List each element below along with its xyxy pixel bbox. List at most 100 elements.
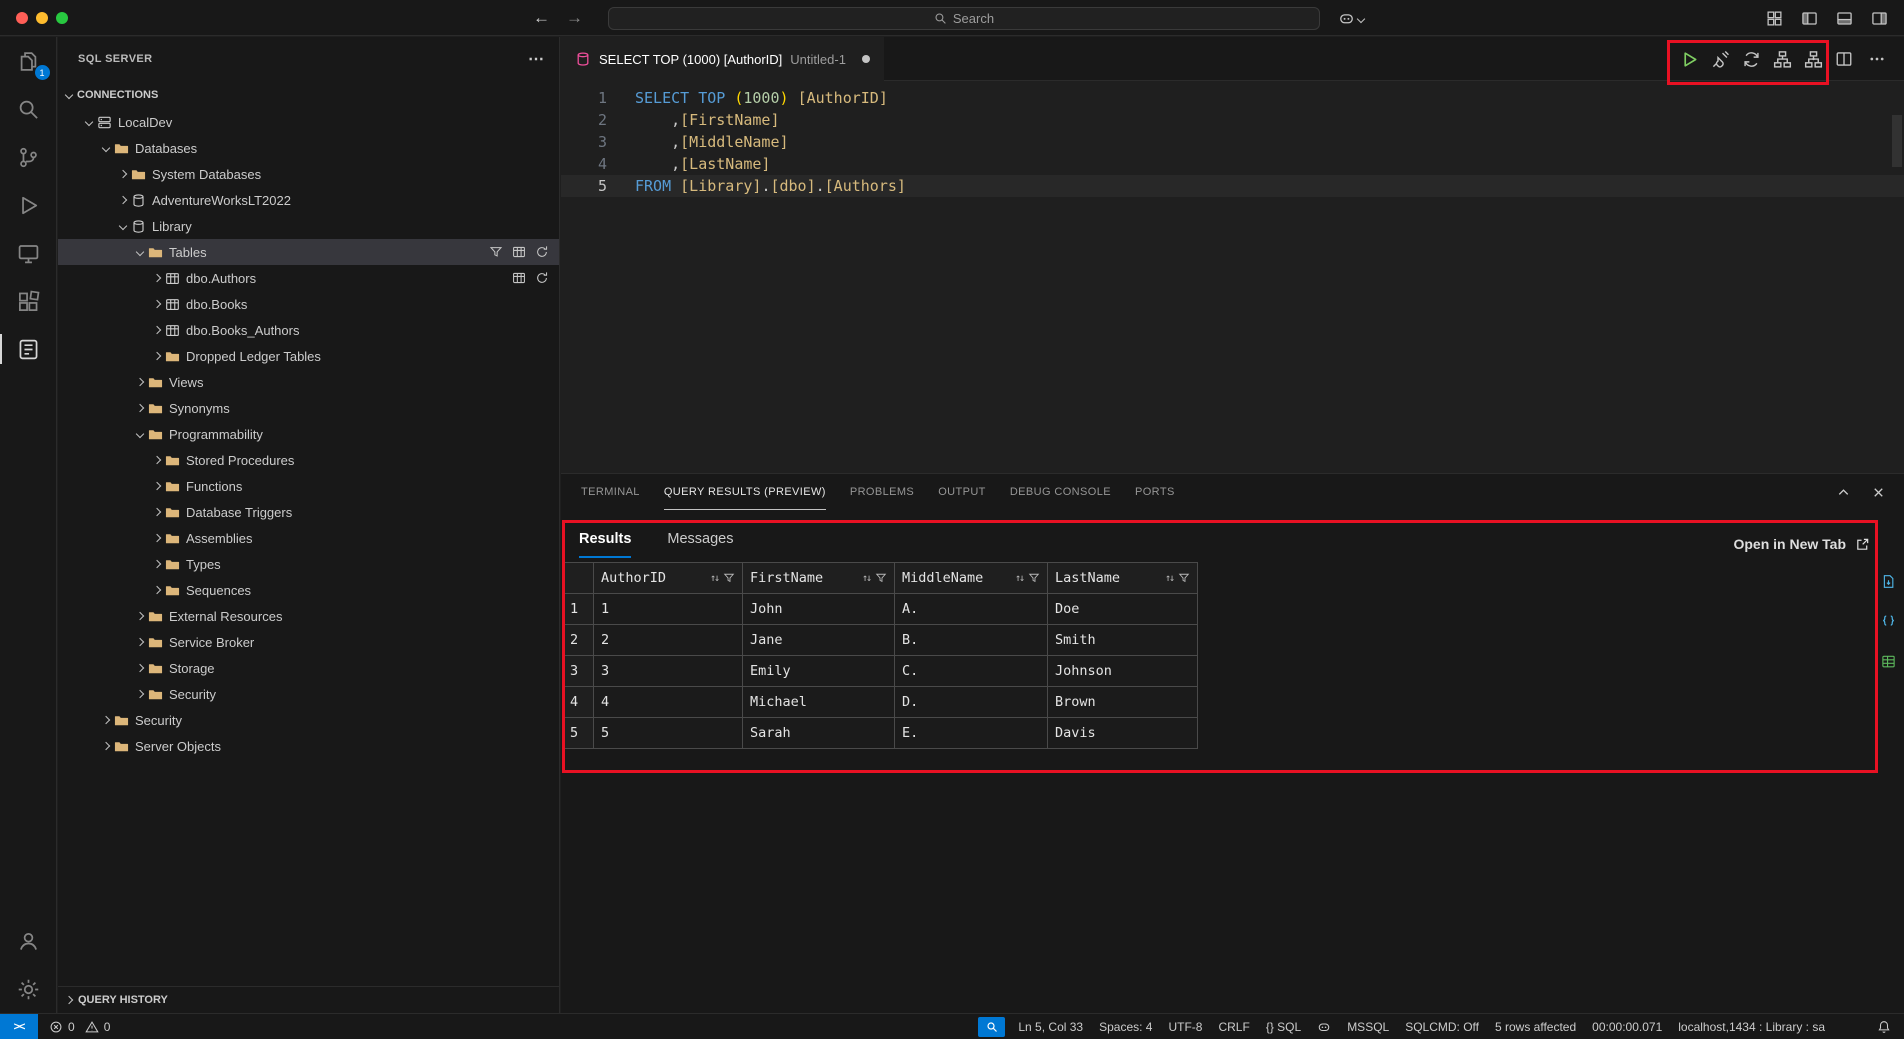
- grid-cell-r4c1[interactable]: 4: [594, 687, 743, 718]
- activity-item-source-control-icon[interactable]: [0, 133, 57, 181]
- tree-item-library[interactable]: Library: [58, 213, 559, 239]
- copilot-menu[interactable]: [1338, 7, 1364, 30]
- activity-item-mssql-icon[interactable]: [0, 325, 57, 373]
- cursor-position[interactable]: Ln 5, Col 33: [1015, 1020, 1086, 1034]
- code-line-1[interactable]: 1SELECT TOP (1000) [AuthorID]: [561, 87, 1904, 109]
- grid-header-lastname[interactable]: LastName↑↓: [1048, 563, 1198, 594]
- tree-item-functions[interactable]: Functions: [58, 473, 559, 499]
- modified-indicator-icon[interactable]: [862, 55, 870, 63]
- tree-item-dbo-books-authors[interactable]: dbo.Books_Authors: [58, 317, 559, 343]
- panel-tab-problems[interactable]: PROBLEMS: [850, 474, 914, 510]
- code-line-4[interactable]: 4 ,[LastName]: [561, 153, 1904, 175]
- grid-cell-r2c1[interactable]: 2: [594, 625, 743, 656]
- activity-item-remote-explorer-icon[interactable]: [0, 229, 57, 277]
- tree-item-stored-procedures[interactable]: Stored Procedures: [58, 447, 559, 473]
- sort-icon[interactable]: ↑↓: [1165, 573, 1173, 584]
- tree-item-system-databases[interactable]: System Databases: [58, 161, 559, 187]
- forward-icon[interactable]: →: [566, 8, 583, 28]
- minimize-window-button[interactable]: [36, 12, 48, 24]
- grid-cell-r5c1[interactable]: 5: [594, 718, 743, 749]
- grid-cell-r2c2[interactable]: Jane: [743, 625, 895, 656]
- results-tab-messages[interactable]: Messages: [667, 531, 733, 558]
- code-line-3[interactable]: 3 ,[MiddleName]: [561, 131, 1904, 153]
- activity-item-extensions-icon[interactable]: [0, 277, 57, 325]
- tree-item-tables[interactable]: Tables: [58, 239, 559, 265]
- grid-header-authorid[interactable]: AuthorID↑↓: [594, 563, 743, 594]
- grid-cell-r5c4[interactable]: Davis: [1048, 718, 1198, 749]
- grid-cell-r2c4[interactable]: Smith: [1048, 625, 1198, 656]
- grid-cell-r1c2[interactable]: John: [743, 594, 895, 625]
- grid-cell-r5c0[interactable]: 5: [563, 718, 594, 749]
- sqlcmd-mode[interactable]: SQLCMD: Off: [1402, 1020, 1482, 1034]
- eol[interactable]: CRLF: [1215, 1020, 1252, 1034]
- sort-icon[interactable]: ↑↓: [710, 573, 718, 584]
- filter-icon[interactable]: [723, 572, 735, 584]
- grid-cell-r4c3[interactable]: D.: [895, 687, 1048, 718]
- activity-item-search-icon[interactable]: [0, 85, 57, 133]
- grid-cell-r5c2[interactable]: Sarah: [743, 718, 895, 749]
- connect-button[interactable]: [1711, 50, 1730, 69]
- close-window-button[interactable]: [16, 12, 28, 24]
- grid-cell-r1c3[interactable]: A.: [895, 594, 1048, 625]
- filter-icon[interactable]: [489, 245, 503, 259]
- grid-header-firstname[interactable]: FirstName↑↓: [743, 563, 895, 594]
- tree-item-synonyms[interactable]: Synonyms: [58, 395, 559, 421]
- tree-item-server-objects[interactable]: Server Objects: [58, 733, 559, 759]
- tree-item-security[interactable]: Security: [58, 707, 559, 733]
- table-icon[interactable]: [512, 271, 526, 285]
- errors[interactable]: 0: [46, 1020, 78, 1034]
- tree-item-service-broker[interactable]: Service Broker: [58, 629, 559, 655]
- warnings[interactable]: 0: [82, 1020, 114, 1034]
- results-tab-results[interactable]: Results: [579, 531, 631, 558]
- tree-item-assemblies[interactable]: Assemblies: [58, 525, 559, 551]
- grid-cell-r1c0[interactable]: 1: [563, 594, 594, 625]
- grid-cell-r4c0[interactable]: 4: [563, 687, 594, 718]
- sort-icon[interactable]: ↑↓: [862, 573, 870, 584]
- more-actions-icon[interactable]: ⋯: [528, 49, 545, 69]
- layout-secondary-icon[interactable]: [1871, 10, 1888, 27]
- panel-tab-ports[interactable]: PORTS: [1135, 474, 1175, 510]
- tree-item-sequences[interactable]: Sequences: [58, 577, 559, 603]
- back-icon[interactable]: ←: [533, 8, 550, 28]
- grid-cell-r2c0[interactable]: 2: [563, 625, 594, 656]
- panel-tab-debug-console[interactable]: DEBUG CONSOLE: [1010, 474, 1111, 510]
- estimated-plan-button[interactable]: [1773, 50, 1792, 69]
- mssql-connection[interactable]: MSSQL: [1344, 1020, 1392, 1034]
- filter-icon[interactable]: [1028, 572, 1040, 584]
- code-line-5[interactable]: 5FROM [Library].[dbo].[Authors]: [561, 175, 1904, 197]
- grid-header-middlename[interactable]: MiddleName↑↓: [895, 563, 1048, 594]
- remote-indicator[interactable]: ><: [0, 1014, 38, 1039]
- grid-cell-r3c0[interactable]: 3: [563, 656, 594, 687]
- sort-icon[interactable]: ↑↓: [1015, 573, 1023, 584]
- grid-corner-cell[interactable]: [563, 563, 594, 594]
- refresh-icon[interactable]: [535, 271, 549, 285]
- grid-cell-r4c2[interactable]: Michael: [743, 687, 895, 718]
- connections-section-header[interactable]: CONNECTIONS: [58, 81, 559, 109]
- tree-item-databases[interactable]: Databases: [58, 135, 559, 161]
- filter-icon[interactable]: [875, 572, 887, 584]
- tree-item-dbo-books[interactable]: dbo.Books: [58, 291, 559, 317]
- table-icon[interactable]: [512, 245, 526, 259]
- run-button[interactable]: [1680, 50, 1699, 69]
- activity-item-account-icon[interactable]: [0, 917, 57, 965]
- tree-item-database-triggers[interactable]: Database Triggers: [58, 499, 559, 525]
- tree-item-security[interactable]: Security: [58, 681, 559, 707]
- connection-info[interactable]: localhost,1434 : Library : sa: [1675, 1020, 1828, 1034]
- query-duration[interactable]: 00:00:00.071: [1589, 1020, 1665, 1034]
- grid-cell-r3c4[interactable]: Johnson: [1048, 656, 1198, 687]
- grid-cell-r1c1[interactable]: 1: [594, 594, 743, 625]
- grid-cell-r1c4[interactable]: Doe: [1048, 594, 1198, 625]
- tree-item-adventureworkslt2022[interactable]: AdventureWorksLT2022: [58, 187, 559, 213]
- query-history-section-header[interactable]: QUERY HISTORY: [58, 986, 559, 1013]
- split-editor-icon[interactable]: [1835, 50, 1853, 68]
- grid-cell-r2c3[interactable]: B.: [895, 625, 1048, 656]
- save-json-icon[interactable]: [1881, 614, 1896, 629]
- encoding[interactable]: UTF-8: [1165, 1020, 1205, 1034]
- tree-item-programmability[interactable]: Programmability: [58, 421, 559, 447]
- grid-cell-r3c2[interactable]: Emily: [743, 656, 895, 687]
- change-connection-button[interactable]: [1742, 50, 1761, 69]
- filter-icon[interactable]: [1178, 572, 1190, 584]
- grid-cell-r5c3[interactable]: E.: [895, 718, 1048, 749]
- editor-scrollbar[interactable]: [1892, 115, 1902, 167]
- open-in-new-tab-button[interactable]: Open in New Tab: [1733, 536, 1870, 558]
